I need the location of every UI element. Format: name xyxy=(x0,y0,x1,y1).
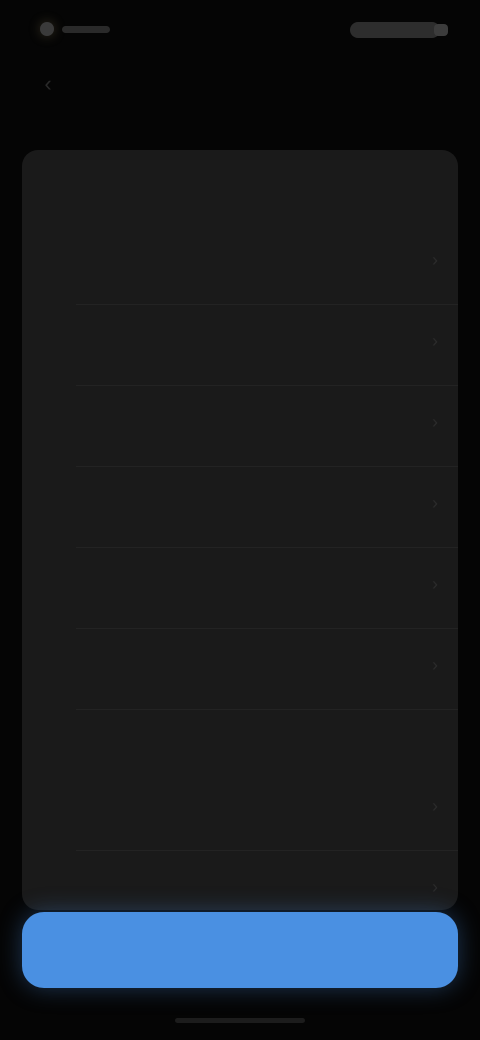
list-item[interactable]: › xyxy=(22,629,458,710)
list-item-value xyxy=(358,497,398,515)
list-item-value xyxy=(358,800,398,818)
section-meta xyxy=(406,178,440,194)
chevron-right-icon: › xyxy=(432,493,438,513)
page-title xyxy=(170,68,310,96)
list-item-label xyxy=(78,252,138,274)
list-item-value xyxy=(358,416,398,434)
list-item[interactable]: › xyxy=(22,851,458,910)
section-header xyxy=(22,150,458,224)
list-item[interactable]: › xyxy=(22,224,458,305)
chevron-right-icon: › xyxy=(432,412,438,432)
home-indicator xyxy=(175,1018,305,1023)
list-item-value xyxy=(358,881,398,899)
section-header xyxy=(22,710,458,770)
nav-action-button[interactable] xyxy=(386,72,448,98)
list-item-label xyxy=(78,576,138,598)
primary-action-button[interactable] xyxy=(22,912,458,988)
section-label xyxy=(42,736,92,756)
chevron-right-icon: › xyxy=(432,250,438,270)
status-camera-dot xyxy=(40,22,54,36)
list-item-value xyxy=(358,578,398,596)
status-bar xyxy=(0,0,480,60)
list-item-value xyxy=(358,254,398,272)
list-item[interactable]: › xyxy=(22,305,458,386)
chevron-right-icon: › xyxy=(432,574,438,594)
list-item[interactable]: › xyxy=(22,770,458,851)
list-item[interactable]: › xyxy=(22,548,458,629)
status-indicators xyxy=(350,22,440,38)
chevron-right-icon: › xyxy=(432,877,438,897)
navigation-bar: ‹ xyxy=(0,60,480,120)
list-item-label xyxy=(78,495,138,517)
back-button[interactable]: ‹ xyxy=(36,64,60,104)
list-item-label xyxy=(78,798,138,820)
list-item-label xyxy=(78,414,138,436)
screen: ‹ › › › › › › › › xyxy=(0,0,480,1040)
battery-icon xyxy=(434,24,448,36)
list-item-label xyxy=(78,333,138,355)
chevron-right-icon: › xyxy=(432,796,438,816)
list-item-label xyxy=(78,657,138,679)
list-item[interactable]: › xyxy=(22,386,458,467)
section-meta xyxy=(406,738,440,754)
settings-list: › › › › › › › › xyxy=(22,150,458,910)
status-time xyxy=(62,26,110,33)
list-item-value xyxy=(358,335,398,353)
list-item-value xyxy=(358,659,398,677)
list-item-label xyxy=(78,879,138,901)
chevron-left-icon: ‹ xyxy=(44,71,52,96)
section-label xyxy=(42,176,92,196)
chevron-right-icon: › xyxy=(432,331,438,351)
chevron-right-icon: › xyxy=(432,655,438,675)
list-item[interactable]: › xyxy=(22,467,458,548)
